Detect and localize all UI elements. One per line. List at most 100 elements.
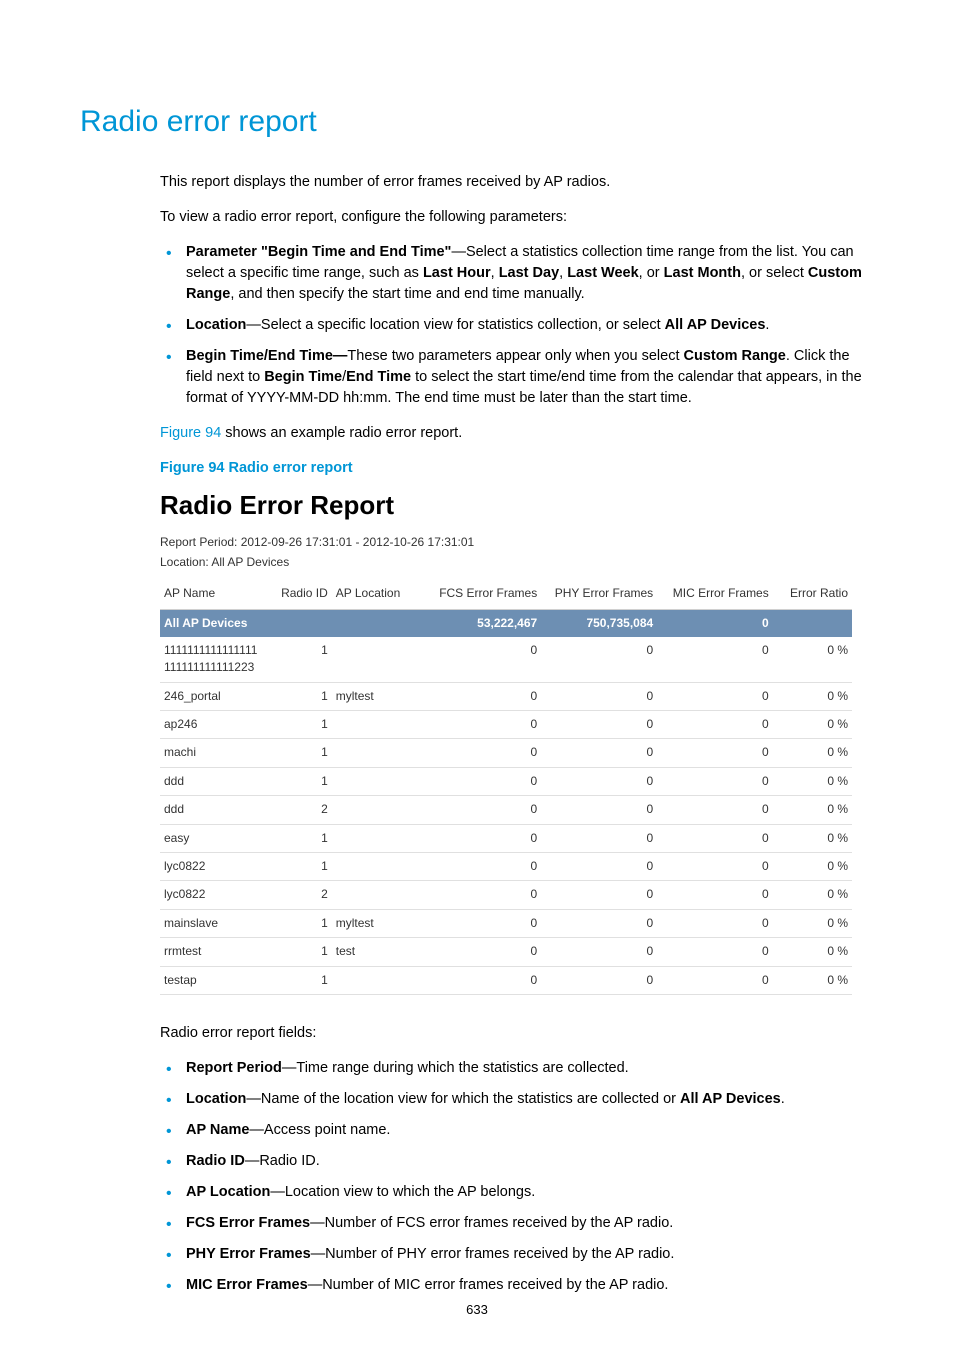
cell-mic: 0 [657,796,773,824]
cell-name: lyc0822 [160,853,266,881]
field-label: AP Name [186,1122,249,1138]
cell-mic: 0 [657,881,773,909]
cell-err: 0 % [773,824,852,852]
figure-reference: Figure 94 shows an example radio error r… [160,423,864,444]
cell-mic: 0 [657,853,773,881]
field-item: Location—Name of the location view for w… [160,1089,864,1110]
cell-loc [332,824,426,852]
figure-link[interactable]: Figure 94 [160,425,221,441]
cell-phy: 0 [541,853,657,881]
cell-fcs: 0 [425,711,541,739]
cell-radio: 1 [266,824,332,852]
parameter-item: Location—Select a specific location view… [160,315,864,336]
table-row: rrmtest1test0000 % [160,938,852,966]
cell-loc [332,853,426,881]
page-number: 633 [0,1301,954,1320]
field-label: PHY Error Frames [186,1246,311,1262]
param-option: Last Week [567,265,638,281]
param-label: Parameter "Begin Time and End Time" [186,244,451,260]
field-item: AP Name—Access point name. [160,1120,864,1141]
field-label: MIC Error Frames [186,1277,308,1293]
table-row: lyc082220000 % [160,881,852,909]
table-row: 111111111111111111111111111122310000 % [160,637,852,682]
field-label: Radio ID [186,1153,245,1169]
summary-fcs: 53,222,467 [425,609,541,637]
table-summary-row: All AP Devices 53,222,467 750,735,084 0 [160,609,852,637]
field-desc: —Location view to which the AP belongs. [270,1184,535,1200]
param-text: These two parameters appear only when yo… [347,348,683,364]
cell-loc: test [332,938,426,966]
col-header: AP Location [332,579,426,609]
table-row: ap24610000 % [160,711,852,739]
cell-err: 0 % [773,637,852,682]
cell-fcs: 0 [425,881,541,909]
cell-fcs: 0 [425,909,541,937]
cell-loc [332,767,426,795]
table-row: 246_portal1myltest0000 % [160,682,852,710]
summary-name: All AP Devices [160,609,266,637]
cell-err: 0 % [773,682,852,710]
table-row: lyc082210000 % [160,853,852,881]
table-row: machi10000 % [160,739,852,767]
cell-fcs: 0 [425,767,541,795]
cell-mic: 0 [657,682,773,710]
fields-list: Report Period—Time range during which th… [160,1058,864,1296]
param-label: Begin Time/End Time [186,348,333,364]
field-desc: —Name of the location view for which the… [246,1091,680,1107]
cell-radio: 1 [266,853,332,881]
field-desc: —Time range during which the statistics … [282,1060,629,1076]
field-option: All AP Devices [680,1091,781,1107]
field-desc: . [781,1091,785,1107]
cell-mic: 0 [657,938,773,966]
cell-err: 0 % [773,767,852,795]
field-label: FCS Error Frames [186,1215,310,1231]
cell-fcs: 0 [425,796,541,824]
cell-phy: 0 [541,637,657,682]
field-item: PHY Error Frames—Number of PHY error fra… [160,1244,864,1265]
cell-mic: 0 [657,824,773,852]
cell-name: mainslave [160,909,266,937]
cell-phy: 0 [541,909,657,937]
param-option: Last Month [664,265,741,281]
cell-phy: 0 [541,767,657,795]
cell-err: 0 % [773,796,852,824]
cell-phy: 0 [541,739,657,767]
table-row: ddd20000 % [160,796,852,824]
cell-phy: 0 [541,711,657,739]
field-desc: —Radio ID. [245,1153,320,1169]
intro-paragraph-1: This report displays the number of error… [160,172,864,193]
table-row: testap10000 % [160,966,852,994]
figure-ref-tail: shows an example radio error report. [221,425,462,441]
cell-name: easy [160,824,266,852]
cell-name: testap [160,966,266,994]
cell-err: 0 % [773,711,852,739]
param-option: Last Day [499,265,559,281]
cell-name: rrmtest [160,938,266,966]
param-text: —Select a specific location view for sta… [246,317,664,333]
table-header-row: AP Name Radio ID AP Location FCS Error F… [160,579,852,609]
field-item: Report Period—Time range during which th… [160,1058,864,1079]
cell-radio: 1 [266,767,332,795]
col-header: MIC Error Frames [657,579,773,609]
table-row: easy10000 % [160,824,852,852]
cell-radio: 1 [266,909,332,937]
cell-mic: 0 [657,637,773,682]
figure-caption: Figure 94 Radio error report [160,458,864,479]
cell-fcs: 0 [425,853,541,881]
field-item: MIC Error Frames—Number of MIC error fra… [160,1275,864,1296]
table-row: ddd10000 % [160,767,852,795]
cell-name: machi [160,739,266,767]
col-header: Radio ID [266,579,332,609]
field-item: AP Location—Location view to which the A… [160,1182,864,1203]
param-option: Custom Range [684,348,786,364]
cell-loc [332,796,426,824]
cell-mic: 0 [657,966,773,994]
field-label: AP Location [186,1184,270,1200]
cell-phy: 0 [541,938,657,966]
cell-mic: 0 [657,711,773,739]
cell-loc [332,966,426,994]
cell-mic: 0 [657,739,773,767]
intro-paragraph-2: To view a radio error report, configure … [160,207,864,228]
param-option: All AP Devices [665,317,766,333]
cell-err: 0 % [773,853,852,881]
